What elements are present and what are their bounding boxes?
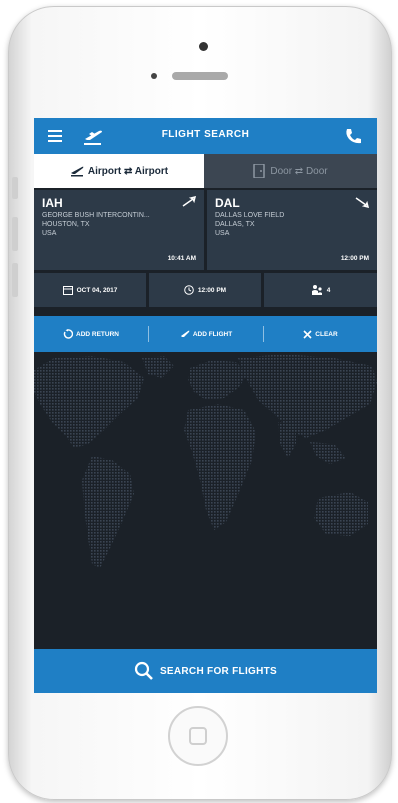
date-selector[interactable]: OCT 04, 2017 bbox=[34, 273, 146, 307]
origin-code: IAH bbox=[42, 196, 63, 210]
tab-door-door[interactable]: Door ⇄ Door bbox=[204, 154, 377, 188]
passengers-value: 4 bbox=[326, 286, 331, 294]
calendar-icon bbox=[62, 286, 73, 295]
side-button bbox=[12, 177, 18, 199]
clear-button[interactable]: CLEAR bbox=[264, 316, 377, 352]
passengers-icon bbox=[311, 285, 322, 295]
destination-airport-name: DALLAS LOVE FIELD bbox=[215, 212, 285, 219]
app-screen: FLIGHT SEARCH Airport ⇄ Airport Door ⇄ D… bbox=[34, 118, 377, 693]
volume-up-button bbox=[12, 217, 18, 251]
date-value: OCT 04, 2017 bbox=[76, 286, 118, 294]
origin-panel[interactable]: IAH GEORGE BUSH INTERCONTIN... HOUSTON, … bbox=[34, 190, 204, 270]
departure-plane-icon bbox=[182, 196, 196, 207]
mode-tabs: Airport ⇄ Airport Door ⇄ Door bbox=[34, 154, 377, 188]
tab-airport-airport-label: Airport ⇄ Airport bbox=[87, 165, 169, 177]
front-camera bbox=[199, 42, 208, 51]
add-flight-label: ADD FLIGHT bbox=[192, 330, 233, 338]
add-flight-icon bbox=[180, 330, 190, 337]
home-button-square bbox=[189, 727, 207, 745]
tab-door-door-label: Door ⇄ Door bbox=[270, 165, 328, 177]
proximity-sensor bbox=[151, 73, 157, 79]
page-title: FLIGHT SEARCH bbox=[161, 129, 250, 140]
world-map bbox=[34, 352, 377, 648]
destination-country: USA bbox=[215, 230, 230, 237]
phone-icon[interactable] bbox=[344, 127, 362, 145]
tab-airport-airport[interactable]: Airport ⇄ Airport bbox=[34, 154, 204, 188]
top-bar: FLIGHT SEARCH bbox=[34, 118, 377, 154]
return-icon bbox=[63, 329, 73, 339]
origin-airport-name: GEORGE BUSH INTERCONTIN... bbox=[42, 212, 150, 219]
clock-icon bbox=[184, 285, 194, 295]
earpiece-speaker bbox=[172, 72, 228, 80]
time-value: 12:00 PM bbox=[197, 286, 227, 294]
add-return-label: ADD RETURN bbox=[76, 330, 119, 338]
plane-icon bbox=[70, 166, 84, 177]
search-flights-label: SEARCH FOR FLIGHTS bbox=[159, 665, 278, 677]
clear-icon bbox=[303, 329, 312, 339]
search-flights-button[interactable]: SEARCH FOR FLIGHTS bbox=[34, 649, 377, 693]
destination-code: DAL bbox=[215, 196, 240, 210]
add-flight-button[interactable]: ADD FLIGHT bbox=[149, 316, 263, 352]
destination-city: DALLAS, TX bbox=[215, 221, 255, 228]
search-icon bbox=[134, 661, 153, 680]
action-bar: ADD RETURN ADD FLIGHT CLEAR bbox=[34, 316, 377, 352]
destination-time: 12:00 PM bbox=[340, 255, 369, 262]
origin-country: USA bbox=[42, 230, 57, 237]
destination-panel[interactable]: DAL DALLAS LOVE FIELD DALLAS, TX USA 12:… bbox=[207, 190, 377, 270]
passengers-selector[interactable]: 4 bbox=[264, 273, 377, 307]
clear-label: CLEAR bbox=[315, 330, 338, 338]
time-selector[interactable]: 12:00 PM bbox=[149, 273, 261, 307]
origin-time: 10:41 AM bbox=[167, 255, 196, 262]
door-icon bbox=[253, 164, 266, 178]
home-button[interactable] bbox=[168, 706, 228, 766]
add-return-button[interactable]: ADD RETURN bbox=[34, 316, 148, 352]
volume-down-button bbox=[12, 263, 18, 297]
origin-city: HOUSTON, TX bbox=[42, 221, 90, 228]
arrival-plane-icon bbox=[355, 197, 369, 208]
